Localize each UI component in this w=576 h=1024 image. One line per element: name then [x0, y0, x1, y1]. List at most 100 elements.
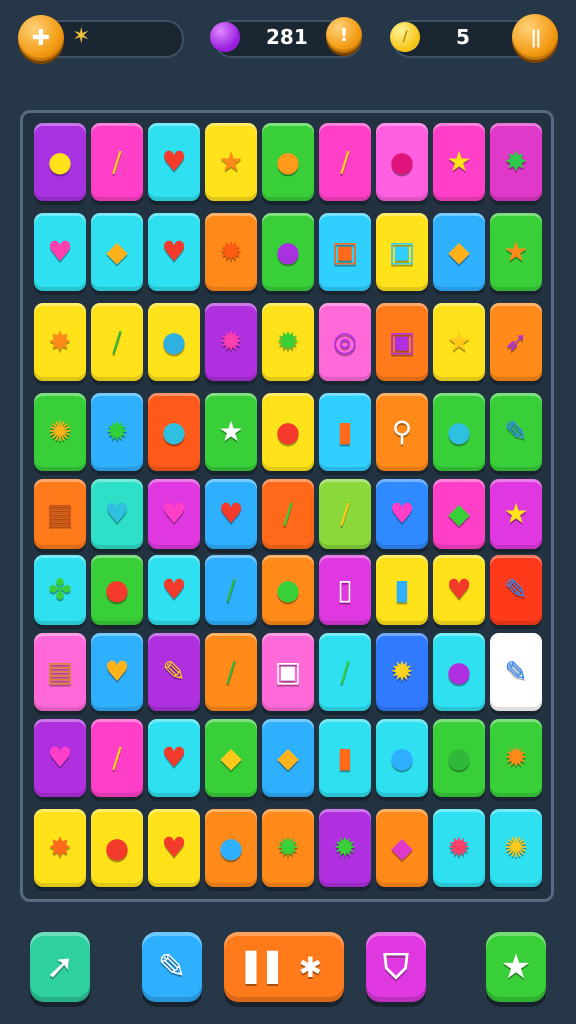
tile-r1-c2[interactable]: / [91, 123, 143, 201]
tile-r8-c4[interactable]: ◆ [205, 719, 257, 797]
tile-r4-c1[interactable]: ✺ [34, 393, 86, 471]
tile-r9-c3[interactable]: ♥ [148, 809, 200, 887]
tile-r5-c5[interactable]: / [262, 479, 314, 549]
tile-r7-c3[interactable]: ✎ [148, 633, 200, 711]
tile-r2-c3[interactable]: ♥ [148, 213, 200, 291]
tile-r2-c6[interactable]: ▣ [319, 213, 371, 291]
tile-r2-c9[interactable]: ★ [490, 213, 542, 291]
shield-booster-button[interactable]: ⛉ [366, 932, 426, 1002]
tile-r3-c6[interactable]: ◎ [319, 303, 371, 381]
tile-r5-c3[interactable]: ♥ [148, 479, 200, 549]
pencil-icon: ✎ [504, 655, 528, 688]
banana-icon: / [340, 145, 350, 178]
tile-r9-c7[interactable]: ◆ [376, 809, 428, 887]
tile-r7-c4[interactable]: / [205, 633, 257, 711]
tile-r5-c4[interactable]: ♥ [205, 479, 257, 549]
tile-r4-c3[interactable]: ● [148, 393, 200, 471]
tile-r9-c8[interactable]: ✹ [433, 809, 485, 887]
heart-icon: ♥ [161, 831, 187, 864]
tile-r2-c5[interactable]: ● [262, 213, 314, 291]
tile-r9-c2[interactable]: ● [91, 809, 143, 887]
tile-r2-c7[interactable]: ▣ [376, 213, 428, 291]
tile-r3-c7[interactable]: ▣ [376, 303, 428, 381]
tile-r1-c7[interactable]: ● [376, 123, 428, 201]
tile-r3-c5[interactable]: ✹ [262, 303, 314, 381]
shuffle-booster-button[interactable]: ▌▌ ✱ [224, 932, 344, 1002]
tile-r2-c1[interactable]: ♥ [34, 213, 86, 291]
tile-r1-c6[interactable]: / [319, 123, 371, 201]
tile-r4-c6[interactable]: ▮ [319, 393, 371, 471]
tile-r8-c3[interactable]: ♥ [148, 719, 200, 797]
tile-r9-c5[interactable]: ✹ [262, 809, 314, 887]
tile-r9-c4[interactable]: ● [205, 809, 257, 887]
tile-r1-c3[interactable]: ♥ [148, 123, 200, 201]
tile-r4-c8[interactable]: ● [433, 393, 485, 471]
tile-r8-c6[interactable]: ▮ [319, 719, 371, 797]
tile-r8-c5[interactable]: ◆ [262, 719, 314, 797]
tile-r8-c7[interactable]: ● [376, 719, 428, 797]
tile-r1-c1[interactable]: ● [34, 123, 86, 201]
tile-r3-c8[interactable]: ★ [433, 303, 485, 381]
tile-r5-c8[interactable]: ◆ [433, 479, 485, 549]
tile-r7-c6[interactable]: / [319, 633, 371, 711]
tile-r4-c5[interactable]: ● [262, 393, 314, 471]
tile-r1-c5[interactable]: ● [262, 123, 314, 201]
heart-icon: ♥ [161, 497, 187, 530]
tile-r6-c7[interactable]: ▮ [376, 555, 428, 625]
tile-r3-c9[interactable]: ➶ [490, 303, 542, 381]
tile-r3-c2[interactable]: / [91, 303, 143, 381]
tile-r6-c4[interactable]: / [205, 555, 257, 625]
pencil-booster-button[interactable]: ✎ [142, 932, 202, 1002]
tile-r2-c4[interactable]: ✹ [205, 213, 257, 291]
tile-r5-c2[interactable]: ♥ [91, 479, 143, 549]
tile-r4-c7[interactable]: ⚲ [376, 393, 428, 471]
tile-r6-c1[interactable]: ✤ [34, 555, 86, 625]
tile-r7-c1[interactable]: ▤ [34, 633, 86, 711]
star-icon: ★ [446, 145, 472, 178]
tile-r9-c6[interactable]: ✹ [319, 809, 371, 887]
heart-icon: ♥ [389, 497, 415, 530]
arrow-icon: ➚ [45, 947, 75, 987]
tile-r6-c5[interactable]: ● [262, 555, 314, 625]
arrow-booster-button[interactable]: ➚ [30, 932, 90, 1002]
tile-r4-c4[interactable]: ★ [205, 393, 257, 471]
star-booster-button[interactable]: ★ [486, 932, 546, 1002]
star-icon: ✸ [48, 831, 72, 864]
tile-r6-c6[interactable]: ▯ [319, 555, 371, 625]
tile-r5-c6[interactable]: / [319, 479, 371, 549]
tile-r7-c5[interactable]: ▣ [262, 633, 314, 711]
key-icon: ⚲ [391, 415, 413, 448]
tile-r1-c8[interactable]: ★ [433, 123, 485, 201]
tile-r2-c8[interactable]: ◆ [433, 213, 485, 291]
tile-r6-c9[interactable]: ✎ [490, 555, 542, 625]
tile-r9-c1[interactable]: ✸ [34, 809, 86, 887]
leaf-icon: ◆ [277, 741, 299, 774]
plus-button[interactable]: ✚ [18, 15, 64, 61]
tile-r3-c1[interactable]: ✸ [34, 303, 86, 381]
tile-r7-c9[interactable]: ✎ [490, 633, 542, 711]
tile-r7-c2[interactable]: ♥ [91, 633, 143, 711]
tile-r7-c8[interactable]: ● [433, 633, 485, 711]
tile-r2-c2[interactable]: ◆ [91, 213, 143, 291]
tile-r1-c9[interactable]: ✸ [490, 123, 542, 201]
tile-r4-c2[interactable]: ✹ [91, 393, 143, 471]
tile-r3-c3[interactable]: ● [148, 303, 200, 381]
tile-r7-c7[interactable]: ✹ [376, 633, 428, 711]
tile-r8-c8[interactable]: ● [433, 719, 485, 797]
tile-r8-c1[interactable]: ♥ [34, 719, 86, 797]
tile-r5-c7[interactable]: ♥ [376, 479, 428, 549]
info-button[interactable]: ! [326, 17, 362, 53]
tile-r5-c9[interactable]: ★ [490, 479, 542, 549]
tile-r1-c4[interactable]: ★ [205, 123, 257, 201]
tile-r4-c9[interactable]: ✎ [490, 393, 542, 471]
banana-icon: / [112, 145, 122, 178]
tile-r9-c9[interactable]: ✺ [490, 809, 542, 887]
tile-r8-c2[interactable]: / [91, 719, 143, 797]
tile-r3-c4[interactable]: ✹ [205, 303, 257, 381]
pause-button[interactable]: || [512, 14, 558, 60]
tile-r8-c9[interactable]: ✹ [490, 719, 542, 797]
tile-r6-c3[interactable]: ♥ [148, 555, 200, 625]
tile-r6-c8[interactable]: ♥ [433, 555, 485, 625]
tile-r5-c1[interactable]: ▤ [34, 479, 86, 549]
tile-r6-c2[interactable]: ● [91, 555, 143, 625]
